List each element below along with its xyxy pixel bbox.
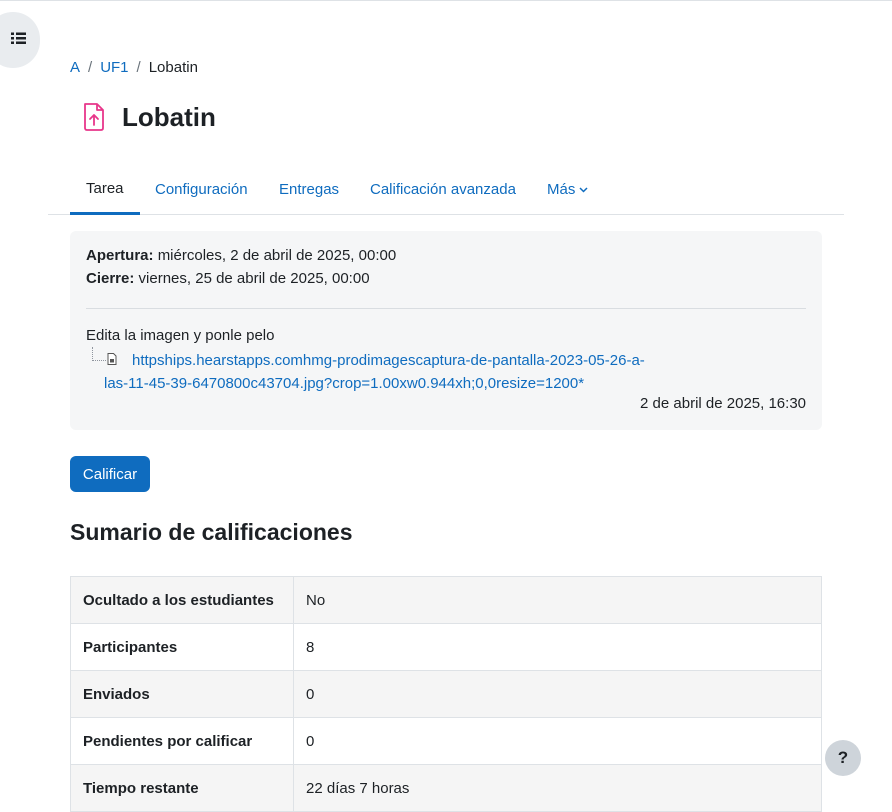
table-row: Participantes 8 [70, 623, 822, 671]
breadcrumb-link-a[interactable]: A [70, 59, 80, 76]
row-value: 0 [293, 670, 822, 718]
grading-summary-heading: Sumario de calificaciones [70, 519, 353, 545]
tab-label: Tarea [86, 179, 124, 197]
open-date-label: Apertura: [86, 247, 154, 264]
course-index-toggle[interactable] [0, 12, 40, 68]
table-row: Enviados 0 [70, 670, 822, 718]
row-value: 0 [293, 717, 822, 765]
divider [86, 308, 806, 309]
tree-connector [92, 347, 106, 361]
attached-file-link[interactable]: httpships.hearstapps.comhmg-prodimagesca… [104, 349, 652, 395]
tab-label: Más [547, 181, 576, 198]
tab-label: Entregas [279, 181, 340, 198]
activity-description: Edita la imagen y ponle pelo [86, 327, 275, 344]
tab-calificacion-avanzada[interactable]: Calificación avanzada [370, 164, 516, 215]
tab-entregas[interactable]: Entregas [279, 164, 339, 215]
grade-button[interactable]: Calificar [70, 456, 150, 492]
table-row: Tiempo restante 22 días 7 horas [70, 764, 822, 812]
row-label: Tiempo restante [70, 764, 294, 812]
tab-configuracion[interactable]: Configuración [155, 164, 248, 215]
page-header: Lobatin [82, 100, 216, 134]
breadcrumb-separator: / [88, 59, 93, 76]
tab-mas[interactable]: Más [547, 164, 588, 215]
file-timestamp: 2 de abril de 2025, 16:30 [640, 395, 806, 412]
secondary-navigation: Tarea Configuración Entregas Calificació… [48, 164, 844, 215]
breadcrumb-separator: / [136, 59, 141, 76]
open-date: Apertura: miércoles, 2 de abril de 2025,… [86, 247, 806, 265]
list-icon [11, 32, 26, 49]
tab-label: Calificación avanzada [370, 181, 516, 198]
file-name-line1: httpships.hearstapps.comhmg-prodimagesca… [132, 352, 645, 369]
row-value: 8 [293, 623, 822, 671]
close-date: Cierre: viernes, 25 de abril de 2025, 00… [86, 270, 806, 288]
breadcrumb-current: Lobatin [148, 59, 198, 76]
page-title: Lobatin [122, 102, 216, 132]
row-label: Pendientes por calificar [70, 717, 294, 765]
help-button[interactable]: ? [825, 740, 861, 776]
table-row: Pendientes por calificar 0 [70, 717, 822, 765]
close-date-label: Cierre: [86, 270, 135, 287]
row-value: 22 días 7 horas [293, 764, 822, 812]
grading-summary-table: Ocultado a los estudiantes No Participan… [70, 576, 822, 812]
activity-information: Apertura: miércoles, 2 de abril de 2025,… [70, 231, 822, 430]
open-date-value: miércoles, 2 de abril de 2025, 00:00 [157, 247, 397, 264]
close-date-value: viernes, 25 de abril de 2025, 00:00 [138, 270, 370, 287]
row-label: Enviados [70, 670, 294, 718]
file-icon [107, 352, 117, 369]
tab-label: Configuración [155, 181, 248, 198]
tab-tarea[interactable]: Tarea [70, 164, 140, 215]
breadcrumb: A / UF1 / Lobatin [70, 59, 198, 76]
row-label: Ocultado a los estudiantes [70, 576, 294, 624]
table-row: Ocultado a los estudiantes No [70, 576, 822, 624]
assignment-upload-icon [82, 102, 110, 132]
activity-dates: Apertura: miércoles, 2 de abril de 2025,… [86, 247, 806, 288]
top-border [0, 0, 892, 1]
row-label: Participantes [70, 623, 294, 671]
chevron-down-icon [579, 186, 588, 193]
breadcrumb-link-uf1[interactable]: UF1 [100, 59, 128, 76]
row-value: No [293, 576, 822, 624]
file-name-line2: las-11-45-39-6470800c43704.jpg?crop=1.00… [104, 375, 585, 392]
